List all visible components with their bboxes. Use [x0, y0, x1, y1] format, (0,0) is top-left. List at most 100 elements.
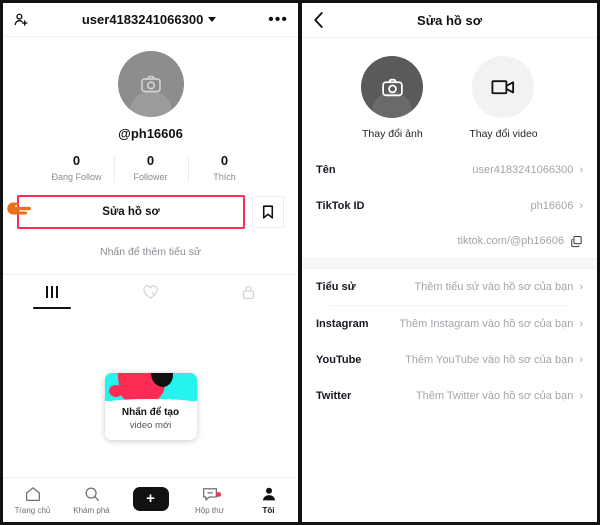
- grid-icon: [45, 286, 59, 298]
- home-icon: [24, 485, 42, 503]
- stat-value: 0: [72, 153, 81, 168]
- edit-profile-label: Sửa hồ sơ: [102, 206, 160, 218]
- nav-item-create[interactable]: +: [121, 486, 180, 514]
- back-chevron-icon[interactable]: [312, 11, 325, 30]
- profile-icon: [260, 485, 278, 503]
- dual-phone-screenshot: user4183241066300 ••• @ph16606 0 Đang Fo…: [0, 0, 600, 525]
- chevron-right-icon: ›: [579, 281, 583, 293]
- profile-actions: Sửa hồ sơ: [3, 195, 298, 229]
- avatar[interactable]: [117, 51, 184, 117]
- tooltip-artwork: [104, 373, 197, 401]
- page-title: Sửa hồ sơ: [417, 12, 482, 28]
- chevron-right-icon: ›: [579, 390, 583, 402]
- stats-row: 0 Đang Follow 0 Follower 0 Thích: [3, 153, 298, 182]
- chevron-down-icon[interactable]: [208, 17, 217, 22]
- row-value: Thêm YouTube vào hồ sơ của bạn: [405, 354, 574, 366]
- row-value-wrap: Thêm Instagram vào hồ sơ của bạn ›: [399, 318, 583, 330]
- row-name[interactable]: Tên user4183241066300 ›: [316, 152, 583, 188]
- tooltip-body: Nhấn để tạo video mới: [104, 401, 197, 440]
- tab-private[interactable]: [200, 275, 298, 309]
- row-value: user4183241066300: [472, 164, 574, 176]
- row-key: Tiểu sử: [316, 281, 356, 293]
- chevron-right-icon: ›: [579, 200, 583, 212]
- row-value-wrap: Thêm tiểu sử vào hồ sơ của bạn ›: [414, 281, 583, 293]
- splash-cyan-dot: [174, 387, 187, 399]
- row-value-wrap: tiktok.com/@ph16606: [457, 235, 583, 248]
- nav-label: Trang chủ: [14, 506, 51, 515]
- heart-slash-icon: [142, 284, 159, 300]
- link-rows: Tiểu sử Thêm tiểu sử vào hồ sơ của bạn ›…: [302, 269, 597, 414]
- media-label: Thay đổi video: [469, 128, 538, 140]
- create-video-tooltip[interactable]: Nhấn để tạo video mới: [104, 373, 197, 440]
- row-profile-url[interactable]: tiktok.com/@ph16606: [316, 224, 583, 258]
- bookmark-button[interactable]: [252, 196, 284, 228]
- nav-item-profile[interactable]: Tôi: [239, 485, 298, 515]
- profile-url: tiktok.com/@ph16606: [457, 235, 564, 247]
- info-rows: Tên user4183241066300 › TikTok ID ph1660…: [302, 152, 597, 258]
- stat-following[interactable]: 0 Đang Follow: [40, 153, 114, 182]
- nav-label: Tôi: [262, 506, 275, 515]
- video-camera-icon: [490, 76, 517, 98]
- edit-profile-button[interactable]: Sửa hồ sơ: [17, 195, 245, 229]
- search-icon: [83, 485, 101, 503]
- nav-item-inbox[interactable]: Hộp thư: [180, 485, 239, 515]
- bio-hint[interactable]: Nhấn để thêm tiểu sử: [3, 246, 298, 258]
- stat-label: Đang Follow: [51, 172, 102, 182]
- tab-liked[interactable]: [101, 275, 199, 309]
- change-photo-button[interactable]: Thay đổi ảnh: [361, 56, 424, 140]
- tab-posts[interactable]: [3, 275, 101, 309]
- tooltip-line2: video mới: [129, 420, 172, 431]
- more-options-icon[interactable]: •••: [268, 11, 288, 27]
- row-twitter[interactable]: Twitter Thêm Twitter vào hồ sơ của bạn ›: [316, 378, 583, 414]
- row-bio[interactable]: Tiểu sử Thêm tiểu sử vào hồ sơ của bạn ›: [316, 269, 583, 305]
- nav-item-home[interactable]: Trang chủ: [3, 485, 62, 515]
- notification-badge: [216, 492, 221, 497]
- stat-value: 0: [220, 153, 229, 168]
- row-value-wrap: Thêm YouTube vào hồ sơ của bạn ›: [405, 354, 583, 366]
- row-value: Thêm tiểu sử vào hồ sơ của bạn: [414, 281, 574, 293]
- pointing-hand-icon: [5, 198, 35, 220]
- row-tiktok-id[interactable]: TikTok ID ph16606 ›: [316, 188, 583, 224]
- stat-value: 0: [146, 153, 155, 168]
- chevron-right-icon: ›: [579, 164, 583, 176]
- profile-header: user4183241066300 •••: [3, 3, 298, 37]
- row-value-wrap: Thêm Twitter vào hồ sơ của bạn ›: [416, 390, 583, 402]
- row-key: Tên: [316, 164, 336, 176]
- nav-item-discover[interactable]: Khám phá: [62, 485, 121, 515]
- profile-screen: user4183241066300 ••• @ph16606 0 Đang Fo…: [0, 0, 300, 525]
- photo-avatar[interactable]: [361, 56, 424, 118]
- stat-followers[interactable]: 0 Follower: [113, 153, 188, 182]
- avatar-silhouette: [129, 91, 172, 117]
- nav-label: Khám phá: [73, 506, 110, 515]
- profile-tabs: [3, 275, 298, 309]
- stat-label: Thích: [213, 172, 236, 182]
- video-avatar[interactable]: [472, 56, 535, 118]
- copy-icon[interactable]: [570, 235, 583, 248]
- avatar-wrapper: [3, 51, 298, 117]
- splash-pink-dot: [108, 385, 123, 397]
- chevron-right-icon: ›: [579, 318, 583, 330]
- stat-label: Follower: [133, 172, 168, 182]
- tooltip-line1: Nhấn để tạo: [121, 407, 180, 418]
- nav-label: Hộp thư: [195, 506, 224, 515]
- page-title[interactable]: user4183241066300: [81, 12, 217, 27]
- create-tooltip-wrapper: Nhấn để tạo video mới: [3, 373, 298, 440]
- change-video-button[interactable]: Thay đổi video: [469, 56, 538, 140]
- row-instagram[interactable]: Instagram Thêm Instagram vào hồ sơ của b…: [316, 306, 583, 342]
- person-add-icon[interactable]: [13, 11, 30, 28]
- tooltip-tail: [144, 439, 157, 440]
- create-plus-icon[interactable]: +: [129, 486, 172, 511]
- row-key: TikTok ID: [316, 200, 365, 212]
- row-key: Twitter: [316, 390, 352, 402]
- row-value: Thêm Twitter vào hồ sơ của bạn: [415, 390, 574, 402]
- edit-profile-header: Sửa hồ sơ: [302, 3, 597, 38]
- stat-likes[interactable]: 0 Thích: [187, 153, 262, 182]
- row-value-wrap: ph16606 ›: [531, 200, 584, 212]
- section-gap: [302, 140, 597, 152]
- user-handle: @ph16606: [118, 126, 183, 141]
- row-youtube[interactable]: YouTube Thêm YouTube vào hồ sơ của bạn ›: [316, 342, 583, 378]
- row-key: Instagram: [316, 318, 369, 330]
- username-label: user4183241066300: [81, 12, 204, 27]
- row-key: YouTube: [316, 354, 362, 366]
- media-label: Thay đổi ảnh: [361, 128, 423, 140]
